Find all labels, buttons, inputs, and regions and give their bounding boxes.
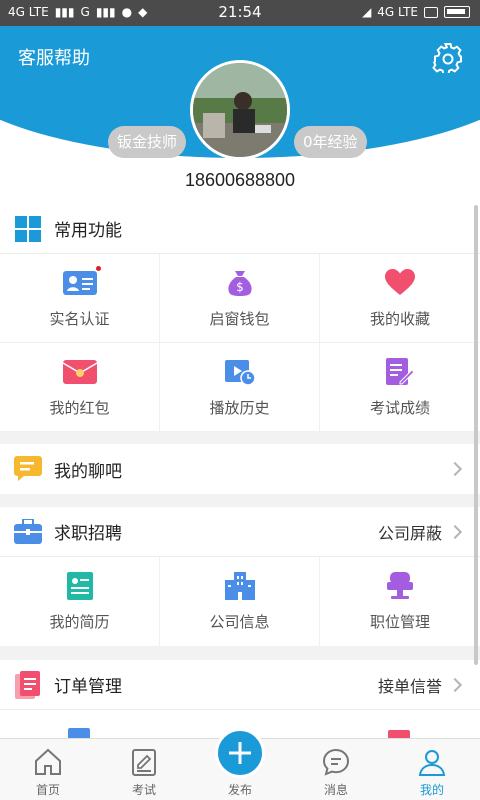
- section-title: 订单管理: [54, 677, 122, 697]
- resume-icon: [63, 571, 97, 601]
- section-title: 求职招聘: [54, 524, 122, 544]
- cell-label: 启窗钱包: [209, 309, 270, 328]
- customer-service-link[interactable]: 客服帮助: [18, 44, 90, 70]
- cell-label: 考试成绩: [369, 398, 430, 417]
- svg-text:$: $: [236, 280, 244, 294]
- orders-header[interactable]: 订单管理 接单信誉: [0, 660, 480, 710]
- cell-label: 实名认证: [49, 309, 110, 328]
- avatar[interactable]: [190, 60, 290, 160]
- section-title: 我的聊吧: [54, 461, 122, 482]
- experience-badge: 0年经验: [294, 126, 367, 158]
- notification-dot: [95, 265, 101, 271]
- jobs-section: 求职招聘 公司屏蔽 我的简历 公司信息 职位管理: [0, 507, 480, 646]
- job-title-badge: 钣金技师: [108, 126, 187, 158]
- company-info-button[interactable]: 公司信息: [160, 557, 320, 646]
- exam-score-icon: [383, 357, 417, 387]
- cell-label: 公司信息: [209, 613, 270, 631]
- publish-button[interactable]: [215, 728, 265, 778]
- common-functions-header: 常用功能: [0, 204, 480, 254]
- mute-icon: ◢: [362, 5, 372, 19]
- scrollbar[interactable]: [474, 205, 478, 665]
- credit-link[interactable]: 接单信誉: [378, 673, 442, 697]
- home-icon: [35, 748, 61, 775]
- chat-icon: [14, 455, 42, 483]
- chevron-right-icon: [447, 461, 463, 477]
- id-card-icon: [62, 265, 101, 298]
- order-item-icon: [68, 728, 90, 738]
- real-name-auth-button[interactable]: 实名认证: [0, 254, 160, 343]
- cell-label: 我的红包: [49, 398, 110, 417]
- publish-label: 发布: [227, 783, 252, 797]
- exam-icon: [132, 749, 156, 776]
- heart-icon: [383, 268, 417, 298]
- cell-label: 播放历史: [209, 398, 270, 417]
- nav-mine[interactable]: 我的: [384, 739, 480, 800]
- my-resume-button[interactable]: 我的简历: [0, 557, 160, 646]
- nav-exam[interactable]: 考试: [96, 739, 192, 800]
- plus-icon: [229, 742, 251, 764]
- wallet-button[interactable]: $ 启窗钱包: [160, 254, 320, 343]
- chevron-right-icon: [447, 524, 463, 539]
- jobs-header[interactable]: 求职招聘 公司屏蔽: [0, 507, 480, 557]
- play-history-button[interactable]: 播放历史: [160, 343, 320, 432]
- cell-label: 我的简历: [49, 613, 110, 631]
- user-icon: [418, 750, 446, 776]
- my-chat-row[interactable]: 我的聊吧: [0, 444, 480, 494]
- message-icon: [322, 748, 350, 776]
- briefcase-icon: [14, 518, 42, 546]
- favorites-button[interactable]: 我的收藏: [320, 254, 480, 343]
- battery-icon: [444, 6, 470, 18]
- phone-number: 18600688800: [184, 170, 296, 190]
- exam-score-button[interactable]: 考试成绩: [320, 343, 480, 432]
- cell-label: 我的收藏: [369, 309, 430, 328]
- grid-icon: [14, 215, 42, 243]
- cell-label: 职位管理: [369, 613, 430, 631]
- settings-button[interactable]: [432, 41, 464, 76]
- orders-section: 订单管理 接单信誉: [0, 660, 480, 738]
- nav-home[interactable]: 首页: [0, 739, 96, 800]
- my-chat-section[interactable]: 我的聊吧: [0, 444, 480, 494]
- company-block-link[interactable]: 公司屏蔽: [378, 520, 442, 544]
- building-icon: [223, 571, 257, 601]
- status-right: ◢ 4G LTE: [362, 5, 470, 19]
- common-functions-section: 常用功能 实名认证 $ 启窗钱包 我的收藏 我的红包 播放历史 考试成绩: [0, 204, 480, 432]
- red-envelope-icon: [62, 357, 97, 387]
- red-envelope-button[interactable]: 我的红包: [0, 343, 160, 432]
- nav-label: 考试: [131, 783, 156, 797]
- nav-messages[interactable]: 消息: [288, 739, 384, 800]
- money-bag-icon: $: [223, 268, 257, 298]
- nav-label: 我的: [419, 783, 444, 797]
- play-history-icon: [223, 357, 257, 387]
- order-item-icon: [388, 730, 410, 738]
- position-manage-button[interactable]: 职位管理: [320, 557, 480, 646]
- gear-icon: [432, 43, 462, 76]
- section-title: 常用功能: [54, 221, 122, 241]
- network-right-label: 4G LTE: [377, 5, 418, 19]
- nav-label: 消息: [323, 783, 348, 797]
- status-bar: 4G LTE ▮▮▮ G ▮▮▮ ● ◆ 21:54 ◢ 4G LTE: [0, 0, 480, 26]
- order-icon: [14, 670, 42, 699]
- nav-label: 首页: [35, 783, 60, 797]
- position-icon: [383, 571, 417, 601]
- chevron-right-icon: [447, 677, 463, 692]
- profile-header: 客服帮助 钣金技师 0年经验 18600688800: [0, 26, 480, 204]
- notification-icon: [424, 6, 438, 18]
